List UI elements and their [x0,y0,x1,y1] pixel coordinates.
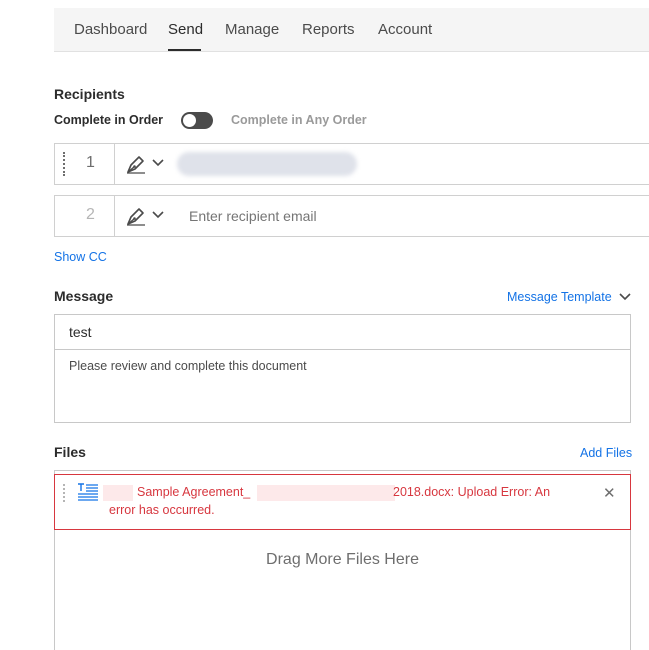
file-error-text-part-2: 2018.docx: Upload Error: An [393,485,551,499]
complete-in-order-label: Complete in Order [54,113,164,127]
chevron-down-icon [152,159,164,167]
redacted-email[interactable] [177,152,357,176]
drag-handle-icon[interactable] [63,484,66,502]
signer-pen-icon [127,208,145,226]
tab-manage[interactable]: Manage [225,21,279,38]
show-cc-link[interactable]: Show CC [54,250,107,264]
recipient-number-cell: 2 [55,196,115,236]
redacted-text [257,485,395,501]
recipient-email-input[interactable] [187,207,607,225]
recipient-role-dropdown[interactable] [125,152,167,176]
recipient-number: 2 [86,206,95,223]
tab-reports[interactable]: Reports [302,21,355,38]
complete-any-order-label: Complete in Any Order [231,113,367,127]
subject-value: test [69,324,92,340]
tab-account[interactable]: Account [378,21,432,38]
drag-handle-icon[interactable] [63,152,66,176]
signer-pen-icon [127,156,145,174]
recipient-row-1: 1 [54,143,649,185]
message-body-value: Please review and complete this document [69,359,307,373]
recipient-number-cell: 1 [55,144,115,184]
recipient-row-2: 2 [54,195,649,237]
top-nav: Dashboard Send Manage Reports Account [54,8,649,52]
add-files-link[interactable]: Add Files [580,446,632,460]
tab-send[interactable]: Send [168,21,203,38]
recipients-title: Recipients [54,86,125,102]
message-body-field[interactable]: Please review and complete this document [54,349,631,423]
message-template-label: Message Template [507,290,612,304]
redacted-text [103,485,133,501]
active-tab-indicator [168,49,201,51]
chevron-down-icon [152,211,164,219]
toggle-knob [183,114,196,127]
message-title: Message [54,288,114,304]
file-error-text-line-2: error has occurred. [109,503,215,517]
close-icon[interactable]: ✕ [603,484,616,502]
file-upload-error-item: Sample Agreement_ 2018.docx: Upload Erro… [54,474,631,530]
files-title: Files [54,444,86,460]
message-template-link[interactable]: Message Template [507,290,631,304]
recipient-number: 1 [86,154,95,171]
tab-dashboard[interactable]: Dashboard [74,21,147,38]
drag-more-files-text: Drag More Files Here [266,551,419,568]
recipient-role-dropdown[interactable] [125,204,167,228]
file-error-text-part-1: Sample Agreement_ [137,485,251,499]
subject-field[interactable]: test [54,314,631,350]
chevron-down-icon [619,293,631,301]
text-document-icon [78,483,98,501]
order-toggle[interactable] [181,112,213,129]
